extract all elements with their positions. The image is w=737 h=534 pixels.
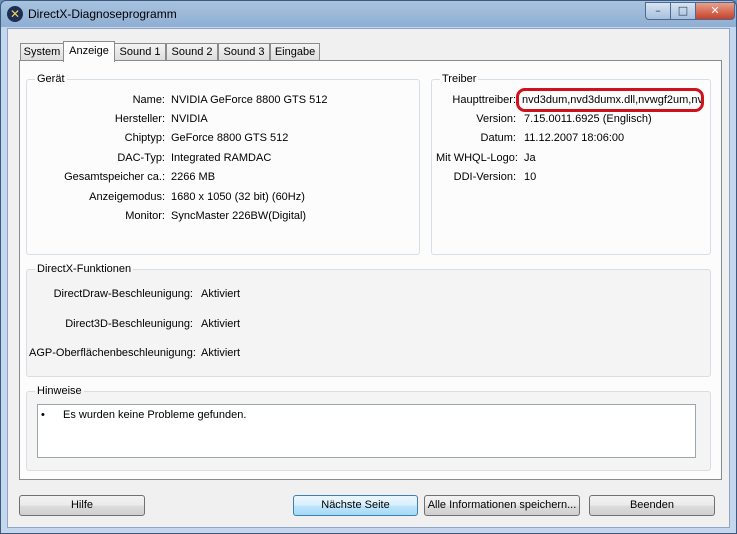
save-all-info-button[interactable]: Alle Informationen speichern... (424, 495, 580, 516)
tab-system[interactable]: System (20, 43, 64, 61)
device-group: Gerät Name: NVIDIA GeForce 8800 GTS 512 … (26, 73, 420, 255)
minimize-button[interactable]: – (645, 2, 671, 20)
version-value: 7.15.0011.6925 (Englisch) (524, 113, 652, 125)
ddi-version-label: DDI-Version: (453, 171, 516, 183)
tab-sound-2[interactable]: Sound 2 (166, 43, 218, 61)
directx-features-group: DirectX-Funktionen DirectDraw-Beschleuni… (26, 263, 711, 377)
dac-type-label: DAC-Typ: (117, 152, 165, 164)
display-mode-value: 1680 x 1050 (32 bit) (60Hz) (171, 191, 305, 203)
device-name-label: Name: (132, 94, 165, 106)
chip-type-value: GeForce 8800 GTS 512 (171, 132, 289, 144)
monitor-value: SyncMaster 226BW(Digital) (171, 210, 307, 222)
agp-label: AGP-Oberflächenbeschleunigung: (29, 347, 196, 359)
close-button[interactable]: ✕ (695, 2, 735, 20)
total-memory-value: 2266 MB (171, 171, 216, 183)
directdraw-value: Aktiviert (201, 288, 241, 300)
window-title: DirectX-Diagnoseprogramm (28, 7, 177, 21)
directdraw-label: DirectDraw-Beschleunigung: (53, 288, 193, 300)
main-driver-label: Haupttreiber: (452, 94, 516, 106)
dialog-client-area: System Anzeige Sound 1 Sound 2 Sound 3 E… (7, 28, 730, 528)
display-mode-label: Anzeigemodus: (89, 191, 165, 203)
date-label: Datum: (480, 132, 516, 144)
whql-logo-label: Mit WHQL-Logo: (436, 152, 518, 164)
tab-anzeige[interactable]: Anzeige (63, 41, 115, 62)
ddi-version-value: 10 (524, 171, 537, 183)
monitor-label: Monitor: (125, 210, 165, 222)
date-value: 11.12.2007 18:06:00 (524, 132, 625, 144)
total-memory-label: Gesamtspeicher ca.: (64, 171, 165, 183)
note-item: Es wurden keine Probleme gefunden. (63, 409, 247, 421)
direct3d-label: Direct3D-Beschleunigung: (65, 318, 193, 330)
whql-logo-value: Ja (524, 152, 536, 164)
tab-panel-anzeige: Gerät Name: NVIDIA GeForce 8800 GTS 512 … (19, 60, 722, 480)
device-group-title: Gerät (35, 73, 67, 85)
version-label: Version: (476, 113, 516, 125)
notes-group: Hinweise • Es wurden keine Probleme gefu… (26, 385, 711, 471)
notes-textbox[interactable]: • Es wurden keine Probleme gefunden. (37, 404, 696, 458)
next-page-button[interactable]: Nächste Seite (293, 495, 418, 516)
maximize-icon: □ (677, 4, 689, 17)
title-bar[interactable]: ✕ DirectX-Diagnoseprogramm – □ ✕ (1, 1, 736, 27)
driver-group: Treiber Haupttreiber: nvd3dum,nvd3dumx.d… (431, 73, 711, 255)
notes-title: Hinweise (35, 385, 84, 397)
tab-eingabe[interactable]: Eingabe (270, 43, 320, 61)
directx-features-title: DirectX-Funktionen (35, 263, 134, 275)
tab-sound-1[interactable]: Sound 1 (114, 43, 166, 61)
dac-type-value: Integrated RAMDAC (171, 152, 272, 164)
chip-type-label: Chiptyp: (124, 132, 165, 144)
direct3d-value: Aktiviert (201, 318, 241, 330)
device-name-value: NVIDIA GeForce 8800 GTS 512 (171, 94, 328, 106)
highlight-ring (516, 88, 704, 112)
driver-group-title: Treiber (440, 73, 479, 85)
agp-value: Aktiviert (201, 347, 241, 359)
directx-icon: ✕ (7, 6, 23, 22)
maximize-button[interactable]: □ (670, 2, 696, 20)
manufacturer-value: NVIDIA (171, 113, 208, 125)
directx-diagnostic-window: ✕ DirectX-Diagnoseprogramm – □ ✕ System … (0, 0, 737, 534)
help-button[interactable]: Hilfe (19, 495, 145, 516)
bullet-icon: • (41, 409, 45, 421)
tab-sound-3[interactable]: Sound 3 (218, 43, 270, 61)
minimize-icon: – (655, 4, 661, 17)
close-icon: ✕ (710, 4, 720, 17)
manufacturer-label: Hersteller: (114, 113, 165, 125)
exit-button[interactable]: Beenden (589, 495, 715, 516)
